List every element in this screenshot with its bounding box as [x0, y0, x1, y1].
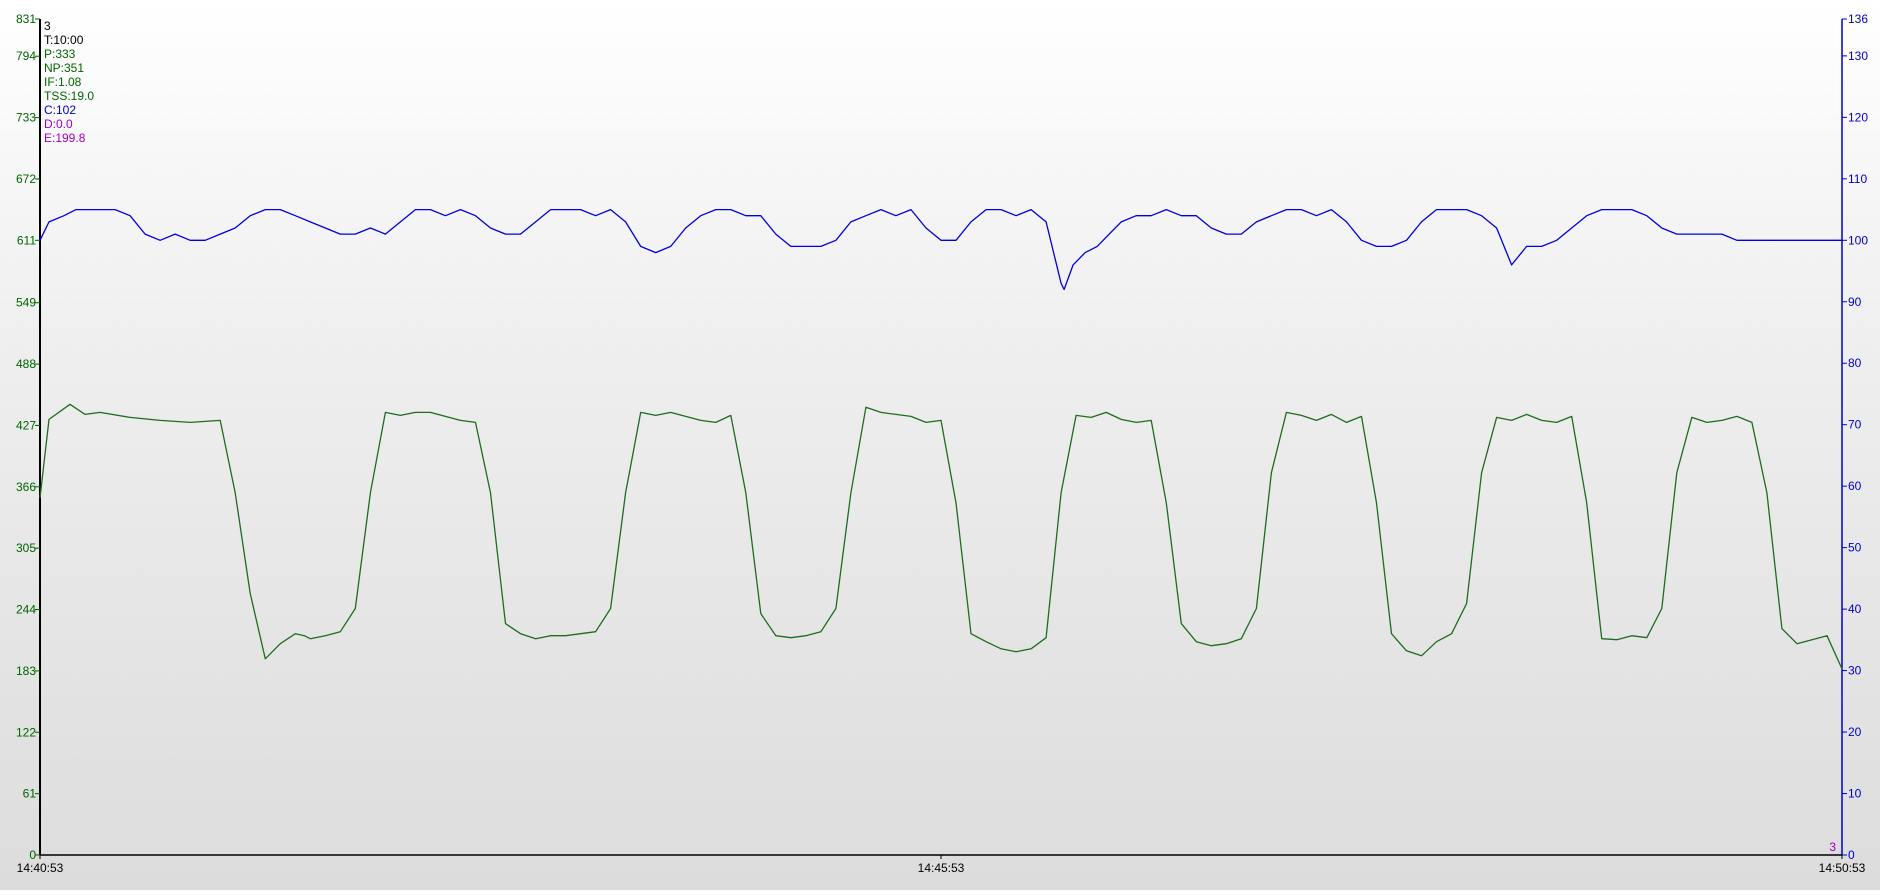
left-tick-label: 611 — [17, 233, 36, 247]
dual-axis-line-chart: 3T:10:00P:333NP:351IF:1.08TSS:19.0C:102D… — [16, 12, 1868, 875]
x-tick-label: 14:45:53 — [918, 861, 965, 875]
right-y-axis: 0 10 20 30 40 50 60 70 80 90 100 110 120 130 136 — [1841, 12, 1868, 862]
stat-label: NP:351 — [44, 61, 84, 75]
right-tick-label: 80 — [1848, 356, 1862, 370]
right-tick-label: 100 — [1848, 233, 1868, 247]
x-axis: 14:40:53 14:45:53 14:50:53 — [17, 854, 1866, 875]
right-tick-label: 30 — [1848, 664, 1862, 678]
stat-label: P:333 — [44, 47, 76, 61]
left-tick-label: 0 — [29, 848, 36, 862]
x-tick-label: 14:40:53 — [17, 861, 64, 875]
right-tick-label: 20 — [1848, 725, 1862, 739]
x-tick-label: 14:50:53 — [1819, 861, 1866, 875]
right-tick-label: 40 — [1848, 602, 1862, 616]
left-tick-label: 794 — [16, 49, 36, 63]
stat-label: C:102 — [44, 103, 76, 117]
right-tick-label: 10 — [1848, 787, 1862, 801]
right-tick-label: 70 — [1848, 418, 1862, 432]
right-tick-label: 110 — [1848, 172, 1867, 186]
left-tick-label: 733 — [16, 111, 36, 125]
stat-label: IF:1.08 — [44, 75, 82, 89]
right-tick-label: 60 — [1848, 479, 1862, 493]
right-tick-label: 90 — [1848, 295, 1862, 309]
right-tick-label: 50 — [1848, 541, 1862, 555]
stats-panel: 3T:10:00P:333NP:351IF:1.08TSS:19.0C:102D… — [44, 19, 94, 145]
right-tick-label: 120 — [1848, 110, 1868, 124]
corner-label: 3 — [1829, 840, 1836, 854]
left-tick-label: 305 — [16, 541, 36, 555]
stat-label: TSS:19.0 — [44, 89, 94, 103]
left-tick-label: 122 — [16, 725, 36, 739]
left-tick-label: 427 — [16, 418, 36, 432]
chart-area: 3 T:10:00 P:333 NP:351 IF:1.08 TSS:19.0 C:102 D… — [0, 0, 1880, 890]
left-tick-label: 244 — [16, 603, 36, 617]
left-tick-label: 183 — [16, 664, 36, 678]
right-tick-label: 0 — [1848, 848, 1855, 862]
left-tick-label: 672 — [16, 172, 36, 186]
left-tick-label: 549 — [16, 296, 36, 310]
left-tick-label: 831 — [16, 12, 36, 26]
stat-label: D:0.0 — [44, 117, 73, 131]
left-tick-label: 61 — [23, 787, 37, 801]
right-tick-label: 130 — [1848, 49, 1868, 63]
left-tick-label: 488 — [16, 357, 36, 371]
stat-label: 3 — [44, 19, 51, 33]
power-series-line — [39, 403, 1843, 670]
stat-label: T:10:00 — [44, 33, 84, 47]
series-lines — [39, 208, 1843, 670]
left-y-axis: 0 61 122 183 244 305 366 427 488 549 611 672 733 794 8… — [16, 12, 41, 862]
stat-label: E:199.8 — [44, 131, 86, 145]
right-tick-label: 136 — [1848, 12, 1868, 26]
cadence-series-line — [39, 208, 1842, 291]
left-tick-label: 366 — [16, 480, 36, 494]
